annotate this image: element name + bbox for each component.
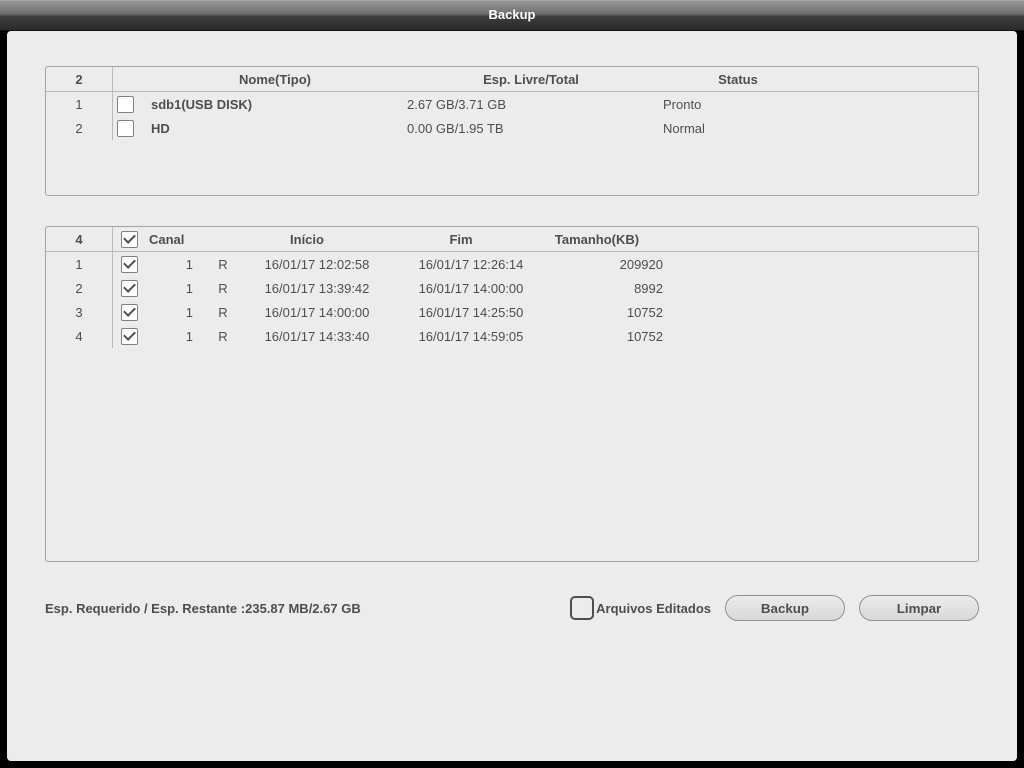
select-all-checkbox[interactable]: [121, 231, 138, 248]
device-name: sdb1(USB DISK): [147, 97, 403, 112]
device-name: HD: [147, 121, 403, 136]
file-tamanho: 10752: [547, 329, 685, 344]
file-fim: 16/01/17 12:26:14: [395, 257, 547, 272]
file-row-checkbox-cell: [113, 280, 145, 297]
device-status: Pronto: [659, 97, 817, 112]
device-row[interactable]: 1 sdb1(USB DISK)2.67 GB/3.71 GBPronto: [46, 92, 978, 116]
devices-header-space: Esp. Livre/Total: [403, 72, 659, 87]
files-header-tamanho: Tamanho(KB): [537, 232, 657, 247]
client-area: 2 Nome(Tipo) Esp. Livre/Total Status 1 sd…: [7, 31, 1017, 761]
file-type: R: [207, 257, 239, 272]
device-row-index: 1: [46, 92, 113, 116]
file-fim: 16/01/17 14:25:50: [395, 305, 547, 320]
file-row-index: 1: [46, 252, 113, 276]
file-type: R: [207, 281, 239, 296]
files-header-inicio: Início: [229, 232, 385, 247]
file-row-index: 4: [46, 324, 113, 348]
file-canal: 1: [145, 305, 207, 320]
space-info: Esp. Requerido / Esp. Restante :235.87 M…: [45, 601, 361, 616]
file-canal: 1: [145, 329, 207, 344]
file-row[interactable]: 4 1R16/01/17 14:33:4016/01/17 14:59:05107…: [46, 324, 978, 348]
file-tamanho: 8992: [547, 281, 685, 296]
device-space: 0.00 GB/1.95 TB: [403, 121, 659, 136]
file-type: R: [207, 329, 239, 344]
device-row[interactable]: 2 HD0.00 GB/1.95 TBNormal: [46, 116, 978, 140]
files-panel: 4 Canal Início Fim Tamanho(KB) 11R16/01/…: [45, 226, 979, 562]
file-tamanho: 209920: [547, 257, 685, 272]
file-tamanho: 10752: [547, 305, 685, 320]
space-info-label: Esp. Requerido / Esp. Restante :: [45, 601, 245, 616]
file-row-checkbox-cell: [113, 304, 145, 321]
device-space: 2.67 GB/3.71 GB: [403, 97, 659, 112]
window-title: Backup: [0, 0, 1024, 31]
file-inicio: 16/01/17 14:00:00: [239, 305, 395, 320]
file-canal: 1: [145, 281, 207, 296]
device-row-index: 2: [46, 116, 113, 140]
devices-header-name: Nome(Tipo): [147, 72, 403, 87]
file-inicio: 16/01/17 13:39:42: [239, 281, 395, 296]
backup-button[interactable]: Backup: [725, 595, 845, 621]
files-count: 4: [46, 227, 113, 251]
file-fim: 16/01/17 14:59:05: [395, 329, 547, 344]
file-row-checkbox-cell: [113, 328, 145, 345]
devices-count: 2: [46, 67, 113, 91]
device-row-checkbox-cell: [113, 96, 147, 113]
edited-files-label: Arquivos Editados: [596, 601, 711, 616]
devices-header-row: 2 Nome(Tipo) Esp. Livre/Total Status: [46, 67, 978, 92]
file-fim: 16/01/17 14:00:00: [395, 281, 547, 296]
files-header-row: 4 Canal Início Fim Tamanho(KB): [46, 227, 978, 252]
clear-button[interactable]: Limpar: [859, 595, 979, 621]
file-row-index: 2: [46, 276, 113, 300]
file-canal: 1: [145, 257, 207, 272]
files-header-canal: Canal: [145, 232, 197, 247]
file-row-index: 3: [46, 300, 113, 324]
footer-bar: Esp. Requerido / Esp. Restante :235.87 M…: [45, 591, 979, 625]
file-checkbox[interactable]: [121, 256, 138, 273]
file-row[interactable]: 11R16/01/17 12:02:5816/01/17 12:26:14209…: [46, 252, 978, 276]
files-header-fim: Fim: [385, 232, 537, 247]
file-checkbox[interactable]: [121, 328, 138, 345]
devices-panel: 2 Nome(Tipo) Esp. Livre/Total Status 1 sd…: [45, 66, 979, 196]
footer-right-controls: Arquivos Editados Backup Limpar: [570, 595, 979, 621]
space-info-value: 235.87 MB/2.67 GB: [245, 601, 361, 616]
file-row[interactable]: 2 1R16/01/17 13:39:4216/01/17 14:00:00899…: [46, 276, 978, 300]
file-row[interactable]: 3 1R16/01/17 14:00:0016/01/17 14:25:50107…: [46, 300, 978, 324]
file-type: R: [207, 305, 239, 320]
file-inicio: 16/01/17 14:33:40: [239, 329, 395, 344]
file-inicio: 16/01/17 12:02:58: [239, 257, 395, 272]
devices-header-status: Status: [659, 72, 817, 87]
edited-files-checkbox[interactable]: [570, 596, 594, 620]
file-checkbox[interactable]: [121, 304, 138, 321]
files-select-all-cell: [113, 231, 145, 248]
file-checkbox[interactable]: [121, 280, 138, 297]
device-row-checkbox-cell: [113, 120, 147, 137]
edited-files-wrap: Arquivos Editados: [570, 596, 711, 620]
file-row-checkbox-cell: [113, 256, 145, 273]
device-checkbox[interactable]: [117, 120, 134, 137]
device-status: Normal: [659, 121, 817, 136]
device-checkbox[interactable]: [117, 96, 134, 113]
